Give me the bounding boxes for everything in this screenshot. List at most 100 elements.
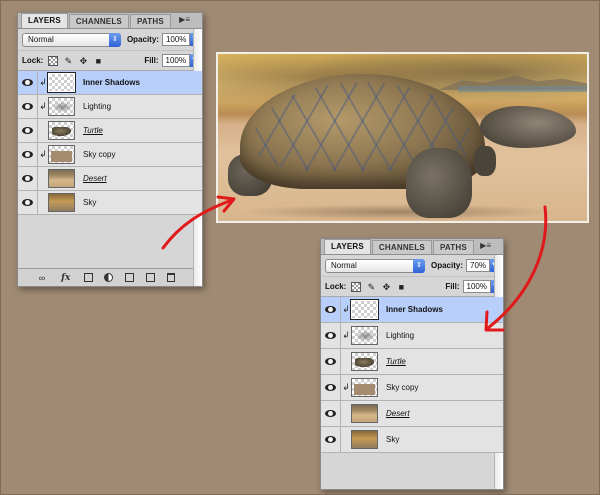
layer-row[interactable]: ↲ Sky copy [18,143,202,167]
visibility-toggle[interactable] [321,323,341,348]
visibility-toggle[interactable] [18,167,38,190]
layer-name[interactable]: Lighting [386,331,414,340]
link-layers-icon[interactable]: ∞ [36,273,48,283]
visibility-toggle[interactable] [18,71,38,94]
lock-transparency-icon[interactable] [48,55,59,66]
layer-style-icon[interactable]: fx [60,273,72,283]
turtle-front-leg [406,148,472,218]
layer-row[interactable]: ↲ Inner Shadows [321,297,503,323]
eye-icon [325,358,336,365]
layer-row[interactable]: Turtle [18,119,202,143]
chevron-updown-icon: ⇕ [108,32,121,47]
tab-paths[interactable]: PATHS [432,240,474,254]
turtle-composite-image [216,52,589,223]
panel-menu-icon[interactable]: ▶≡ [179,15,190,25]
lock-all-icon[interactable]: ■ [93,56,103,66]
layer-thumbnail[interactable] [351,352,378,371]
layer-thumbnail[interactable] [48,97,75,116]
eye-icon [22,151,33,158]
blend-mode-select[interactable]: Normal ⇕ [325,258,425,273]
layer-row[interactable]: ↲ Lighting [18,95,202,119]
layers-panel-b: LAYERS CHANNELS PATHS ▶≡ Normal ⇕ Opacit… [320,238,504,490]
layer-row[interactable]: Turtle [321,349,503,375]
tab-channels[interactable]: CHANNELS [371,240,432,254]
lock-label: Lock: [325,282,347,291]
layer-thumbnail[interactable] [48,169,75,188]
eye-icon [22,103,33,110]
lock-transparency-icon[interactable] [351,281,362,292]
add-mask-icon[interactable] [83,273,93,282]
layer-name[interactable]: Turtle [386,357,406,366]
layer-row[interactable]: Desert [18,167,202,191]
fill-field[interactable]: 100% [161,54,190,67]
visibility-toggle[interactable] [18,191,38,214]
clipping-mask-icon: ↲ [342,304,350,314]
layer-thumbnail[interactable] [48,121,75,140]
opacity-field[interactable]: 70% [466,259,491,272]
eye-icon [22,199,33,206]
visibility-toggle[interactable] [321,427,341,452]
layer-name[interactable]: Sky copy [386,383,418,392]
layer-thumbnail[interactable] [48,145,75,164]
layer-name[interactable]: Turtle [83,126,103,135]
layer-thumbnail[interactable] [351,326,378,345]
layer-row[interactable]: Desert [321,401,503,427]
visibility-toggle[interactable] [321,375,341,400]
visibility-toggle[interactable] [321,297,341,322]
layer-row[interactable]: ↲ Inner Shadows [18,71,202,95]
trash-icon[interactable] [166,273,175,282]
lock-brush-icon[interactable]: ✎ [63,56,73,66]
lock-move-icon[interactable]: ✥ [78,56,88,66]
lock-label: Lock: [22,56,44,65]
layer-name[interactable]: Inner Shadows [386,305,443,314]
fill-field[interactable]: 100% [462,280,491,293]
layer-row[interactable]: Sky [18,191,202,215]
new-group-icon[interactable] [125,273,135,282]
tab-layers[interactable]: LAYERS [21,13,68,28]
layer-thumbnail[interactable] [351,430,378,449]
lock-brush-icon[interactable]: ✎ [366,282,376,292]
tab-channels[interactable]: CHANNELS [68,14,129,28]
panel-menu-icon[interactable]: ▶≡ [480,241,491,251]
lock-move-icon[interactable]: ✥ [381,282,391,292]
layer-name[interactable]: Sky copy [83,150,115,159]
layer-name[interactable]: Sky [386,435,399,444]
eye-icon [325,436,336,443]
eye-icon [325,410,336,417]
lock-all-icon[interactable]: ■ [396,282,406,292]
blend-opacity-row: Normal ⇕ Opacity: 70% ▼ [321,255,503,277]
layer-name[interactable]: Sky [83,198,96,207]
adjustment-layer-icon[interactable] [104,273,114,282]
layer-name[interactable]: Desert [83,174,107,183]
layer-row[interactable]: ↲ Sky copy [321,375,503,401]
layer-name[interactable]: Desert [386,409,410,418]
blend-mode-value: Normal [331,260,357,270]
blend-mode-value: Normal [28,34,54,44]
eye-icon [325,332,336,339]
clipping-mask-icon: ↲ [342,382,350,392]
layer-name[interactable]: Lighting [83,102,111,111]
clipping-mask-icon: ↲ [342,330,350,340]
layer-row[interactable]: Sky [321,427,503,453]
layer-thumbnail[interactable] [350,299,379,320]
blend-mode-select[interactable]: Normal ⇕ [22,32,121,47]
visibility-toggle[interactable] [321,349,341,374]
visibility-toggle[interactable] [18,143,38,166]
opacity-label: Opacity: [126,35,159,44]
visibility-toggle[interactable] [321,401,341,426]
layer-name[interactable]: Inner Shadows [83,78,140,87]
eye-icon [22,175,33,182]
layer-thumbnail[interactable] [47,72,76,93]
tab-layers[interactable]: LAYERS [324,239,371,254]
opacity-field[interactable]: 100% [161,33,191,46]
clipping-mask-icon: ↲ [39,101,47,111]
layer-thumbnail[interactable] [351,404,378,423]
layer-thumbnail[interactable] [48,193,75,212]
visibility-toggle[interactable] [18,119,38,142]
layer-row[interactable]: ↲ Lighting [321,323,503,349]
new-layer-icon[interactable] [146,273,156,282]
tab-paths[interactable]: PATHS [129,14,171,28]
visibility-toggle[interactable] [18,95,38,118]
turtle-shadow [238,204,558,220]
layer-thumbnail[interactable] [351,378,378,397]
